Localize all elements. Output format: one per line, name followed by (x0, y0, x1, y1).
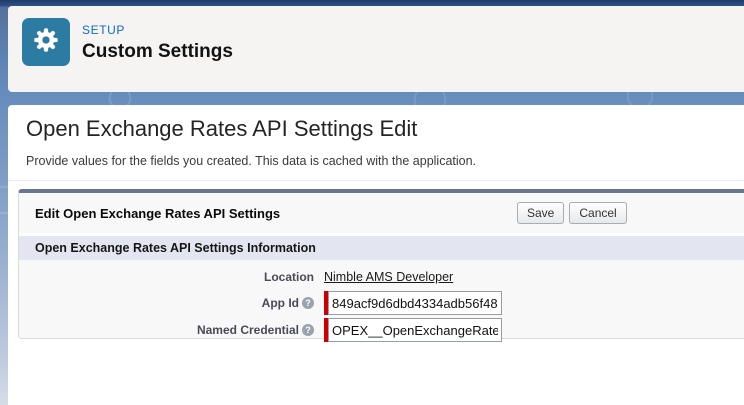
setup-eyebrow: SETUP (82, 23, 233, 37)
location-value-cell: Nimble AMS Developer (324, 270, 453, 284)
app-id-field-cell (324, 291, 502, 315)
page-description: Provide values for the fields you create… (26, 154, 476, 168)
edit-block-header: Edit Open Exchange Rates API Settings Sa… (19, 193, 744, 233)
named-credential-field-cell (324, 318, 502, 342)
edit-block-title: Edit Open Exchange Rates API Settings (35, 206, 280, 221)
help-icon[interactable]: ? (302, 297, 314, 309)
app-id-input[interactable] (328, 291, 502, 315)
salesforce-setup-page: { "theme": { "gear_tile_blue": "#2c7ba2"… (0, 0, 744, 405)
field-row-location: Location Nimble AMS Developer (19, 266, 744, 288)
header-buttons: Save Cancel (517, 202, 627, 224)
page-title: Open Exchange Rates API Settings Edit (26, 116, 417, 142)
field-row-named-credential: Named Credential ? (19, 318, 744, 342)
setup-header-card: SETUP Custom Settings (8, 6, 744, 92)
edit-settings-block: Edit Open Exchange Rates API Settings Sa… (18, 189, 744, 339)
cancel-button[interactable]: Cancel (569, 202, 626, 224)
app-id-label: App Id ? (19, 296, 314, 310)
help-icon[interactable]: ? (302, 324, 314, 336)
form-body: Location Nimble AMS Developer App Id ? (19, 260, 744, 342)
location-label: Location (19, 270, 314, 284)
named-credential-label: Named Credential ? (19, 323, 314, 337)
setup-gear-tile (22, 18, 70, 66)
setup-title: Custom Settings (82, 41, 233, 63)
save-button[interactable]: Save (517, 202, 564, 224)
named-credential-input[interactable] (328, 318, 502, 342)
gear-icon (31, 25, 61, 60)
setup-header-text: SETUP Custom Settings (82, 23, 233, 63)
section-subheader: Open Exchange Rates API Settings Informa… (19, 233, 744, 260)
location-link[interactable]: Nimble AMS Developer (324, 270, 453, 284)
divider (8, 180, 744, 181)
field-row-app-id: App Id ? (19, 291, 744, 315)
content-card: Open Exchange Rates API Settings Edit Pr… (8, 105, 744, 405)
